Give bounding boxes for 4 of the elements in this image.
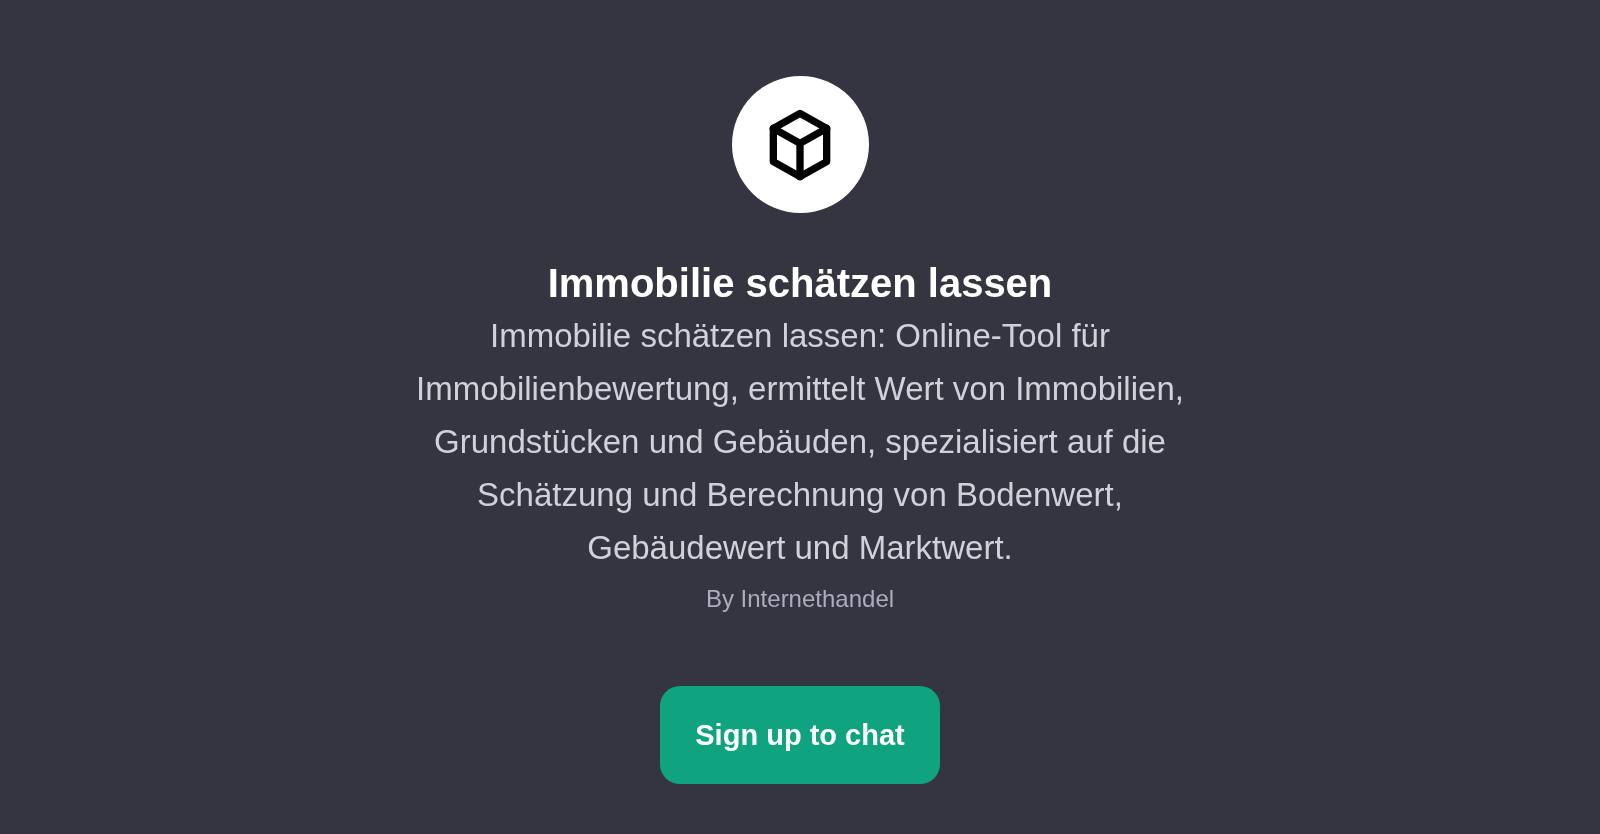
page-title: Immobilie schätzen lassen [547,260,1053,307]
signup-button[interactable]: Sign up to chat [660,686,940,784]
description: Immobilie schätzen lassen: Online-Tool für Immobilienbewertung, ermittelt Wert von Immobilien, Grundstücken und Gebäuden, spezialisiert auf die Schätzung und Berechnung von Bodenwert, Gebäudewert und Marktwert. [415,316,1185,568]
author-byline: By Internethandel [705,584,895,614]
